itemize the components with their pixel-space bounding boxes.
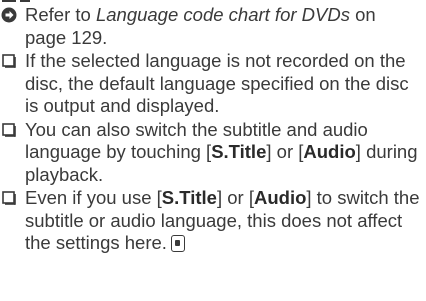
checkbox-icon xyxy=(2,187,20,209)
reference-item: Refer to Language code chart for DVDs on… xyxy=(0,4,420,49)
audio-key-label: Audio xyxy=(303,141,356,162)
note-text: ] or [ xyxy=(266,141,304,162)
note-item: If the selected language is not recorded… xyxy=(0,50,420,118)
arrow-right-icon xyxy=(1,4,19,26)
note-item: You can also switch the subtitle and aud… xyxy=(0,119,420,187)
note-text: Even if you use [ xyxy=(25,187,162,208)
notes-list: Refer to Language code chart for DVDs on… xyxy=(0,4,420,256)
reference-prefix: Refer to xyxy=(25,4,96,25)
audio-key-label: Audio xyxy=(253,187,307,208)
checkbox-icon xyxy=(2,119,20,141)
end-of-section-icon xyxy=(170,235,185,252)
note-text: ] or [ xyxy=(216,187,254,208)
reference-link-text: Language code chart for DVDs xyxy=(95,4,350,25)
note-text: If the selected language is not recorded… xyxy=(25,50,409,116)
checkbox-icon xyxy=(2,50,20,72)
subtitle-key-label: S.Title xyxy=(161,187,217,208)
note-item: Even if you use [S.Title] or [Audio] to … xyxy=(0,187,420,255)
manual-page: Refer to Language code chart for DVDs on… xyxy=(0,0,426,301)
subtitle-key-label: S.Title xyxy=(211,141,267,162)
